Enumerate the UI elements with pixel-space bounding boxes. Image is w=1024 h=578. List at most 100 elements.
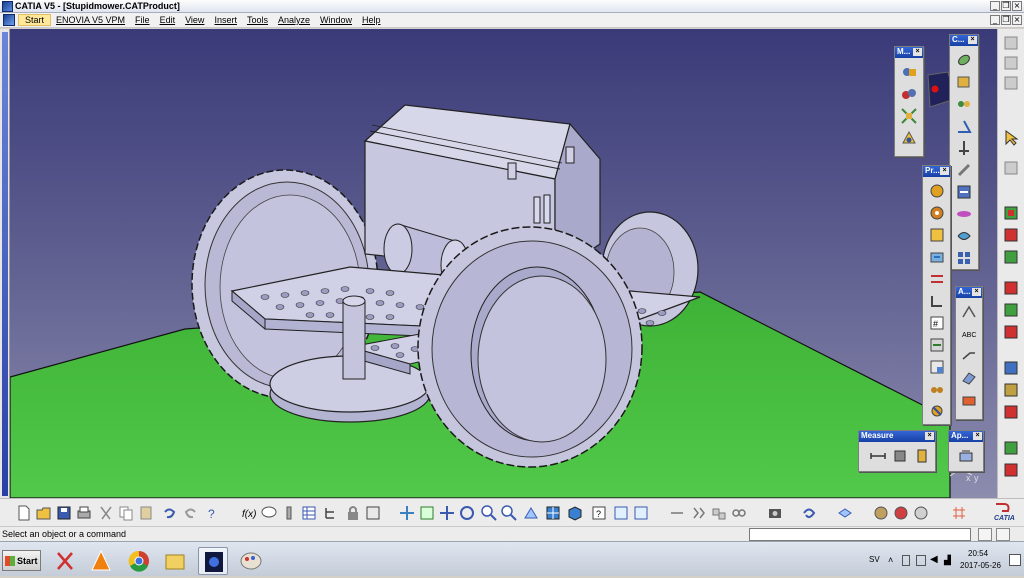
material-icon[interactable] xyxy=(872,504,890,522)
multi-view-icon[interactable] xyxy=(544,504,562,522)
toolbar-pr[interactable]: Pr... × # xyxy=(922,165,951,425)
3d-viewport[interactable]: x y M... × C... × Pr... × # A... × ABC M… xyxy=(10,29,997,498)
tray-chevron-icon[interactable]: ˄ xyxy=(888,555,893,565)
volume-icon[interactable]: ◀ xyxy=(930,554,938,565)
generative-structure-icon[interactable] xyxy=(1002,279,1020,297)
doc-restore-button[interactable]: ❐ xyxy=(1001,15,1011,25)
space-analysis-icon[interactable] xyxy=(1002,248,1020,266)
menu-insert[interactable]: Insert xyxy=(209,15,242,25)
measure-inertia-icon[interactable] xyxy=(913,447,931,465)
restore-button[interactable]: ❐ xyxy=(1001,1,1011,11)
whats-this-icon[interactable]: ? xyxy=(204,504,222,522)
fix-together-icon[interactable] xyxy=(955,161,973,179)
capture-icon[interactable] xyxy=(766,504,784,522)
toolbar-m-close-button[interactable]: × xyxy=(913,48,922,56)
menu-analyze[interactable]: Analyze xyxy=(273,15,315,25)
command-option-button[interactable] xyxy=(978,528,992,541)
flag-note-icon[interactable] xyxy=(960,347,978,365)
table-icon[interactable] xyxy=(300,504,318,522)
right-toolbar[interactable] xyxy=(997,29,1024,498)
minimize-button[interactable]: _ xyxy=(990,1,1000,11)
layer-icon[interactable] xyxy=(836,504,854,522)
publish-icon[interactable] xyxy=(1002,461,1020,479)
clock-time[interactable]: 20:54 xyxy=(968,549,988,558)
constraint-angle-icon[interactable] xyxy=(955,117,973,135)
toolbar-a-close-button[interactable]: × xyxy=(972,288,981,296)
tree-icon[interactable] xyxy=(322,504,340,522)
zoom-out-icon[interactable] xyxy=(500,504,518,522)
flexible-sub-assembly-icon[interactable] xyxy=(955,205,973,223)
sketch-icon[interactable] xyxy=(1002,74,1020,92)
toolbar-a[interactable]: A... × ABC xyxy=(955,286,983,420)
new-component-icon[interactable] xyxy=(928,204,946,222)
fly-icon[interactable] xyxy=(398,504,416,522)
open-file-icon[interactable] xyxy=(35,504,53,522)
toolbar-m[interactable]: M... × xyxy=(894,46,924,157)
iso-view-icon[interactable] xyxy=(566,504,584,522)
taskbar-explorer-icon[interactable] xyxy=(160,547,190,575)
notifications-icon[interactable] xyxy=(1009,554,1021,566)
doc-close-button[interactable]: × xyxy=(1012,15,1022,25)
part-design-icon[interactable] xyxy=(1002,301,1020,319)
multi-instantiation-icon[interactable] xyxy=(928,380,946,398)
lighting-icon[interactable] xyxy=(892,504,910,522)
toolbar-measure-close-button[interactable]: × xyxy=(925,432,934,440)
design-table-icon[interactable] xyxy=(364,504,382,522)
measure-item-icon[interactable] xyxy=(891,447,909,465)
taskbar-catia-icon[interactable] xyxy=(198,547,228,575)
text-with-leader-icon[interactable]: ABC xyxy=(960,325,978,343)
front-wheel[interactable] xyxy=(417,226,643,468)
close-button[interactable]: × xyxy=(1012,1,1022,11)
constraint-contact-icon[interactable] xyxy=(955,73,973,91)
toolbar-c-close-button[interactable]: × xyxy=(968,36,977,44)
paste-icon[interactable] xyxy=(137,504,155,522)
generate-numbering-icon[interactable]: # xyxy=(928,314,946,332)
kinematics-icon[interactable] xyxy=(1002,381,1020,399)
redo-icon[interactable] xyxy=(182,504,200,522)
reuse-pattern-icon[interactable] xyxy=(955,249,973,267)
toolbar-ap[interactable]: Ap... × xyxy=(948,430,984,472)
windows-start-button[interactable]: Start xyxy=(2,550,41,571)
links-icon[interactable] xyxy=(730,504,748,522)
spin-icon[interactable] xyxy=(800,504,818,522)
new-file-icon[interactable] xyxy=(15,504,33,522)
clash-icon[interactable] xyxy=(900,129,918,147)
double-chevron-icon[interactable] xyxy=(690,504,708,522)
analyze-icon[interactable] xyxy=(668,504,686,522)
product-structure-icon[interactable] xyxy=(1002,359,1020,377)
new-product-icon[interactable] xyxy=(928,226,946,244)
copy-icon[interactable] xyxy=(117,504,135,522)
change-constraint-icon[interactable] xyxy=(955,227,973,245)
battery-icon[interactable] xyxy=(902,555,910,566)
catia-app-icon[interactable] xyxy=(2,0,13,12)
network-icon[interactable]: ▟ xyxy=(944,555,951,566)
snap-icon[interactable] xyxy=(900,85,918,103)
apply-material-icon[interactable] xyxy=(957,447,975,465)
tree-slider-bar[interactable] xyxy=(2,32,8,496)
render-style-icon[interactable]: ? xyxy=(590,504,608,522)
command-apply-button[interactable] xyxy=(996,528,1010,541)
zoom-in-icon[interactable] xyxy=(480,504,498,522)
normal-view-icon[interactable] xyxy=(522,504,540,522)
fix-component-icon[interactable] xyxy=(955,139,973,157)
view-annotation-icon[interactable] xyxy=(960,391,978,409)
menu-help[interactable]: Help xyxy=(357,15,386,25)
fit-all-icon[interactable] xyxy=(418,504,436,522)
manipulate-icon[interactable] xyxy=(900,63,918,81)
annotation-plane-icon[interactable] xyxy=(960,369,978,387)
snap-to-icon[interactable] xyxy=(1002,54,1020,72)
depth-effect-icon[interactable] xyxy=(912,504,930,522)
select-icon[interactable] xyxy=(1002,34,1020,52)
document-icon[interactable] xyxy=(3,14,15,26)
command-input[interactable] xyxy=(749,528,971,541)
drafting-icon[interactable] xyxy=(1002,323,1020,341)
menu-window[interactable]: Window xyxy=(315,15,357,25)
weld-feature-icon[interactable] xyxy=(960,303,978,321)
lock-icon[interactable] xyxy=(344,504,362,522)
replace-component-icon[interactable] xyxy=(928,270,946,288)
explode-icon[interactable] xyxy=(900,107,918,125)
swap-visible-icon[interactable] xyxy=(632,504,650,522)
menu-tools[interactable]: Tools xyxy=(242,15,273,25)
toolbar-c[interactable]: C... × xyxy=(949,34,979,270)
save-icon[interactable] xyxy=(55,504,73,522)
